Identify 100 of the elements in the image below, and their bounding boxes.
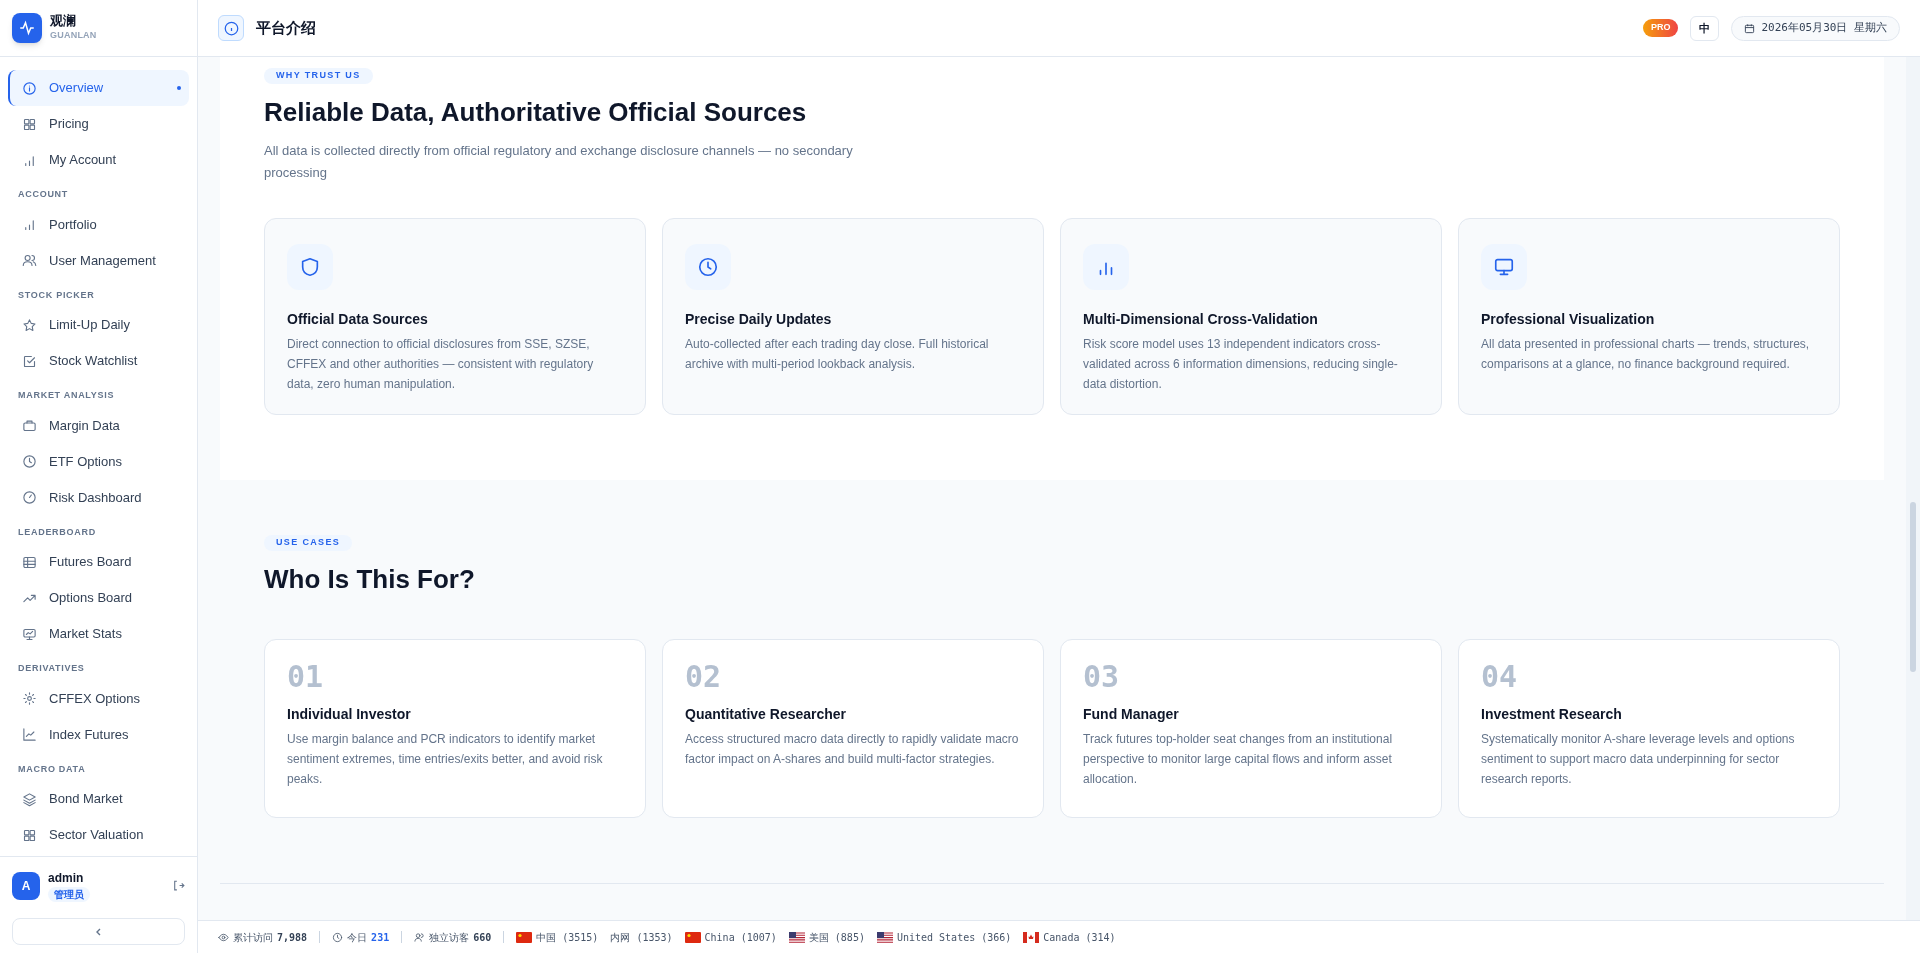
grid-icon: [22, 827, 37, 843]
region-count: China (1007): [704, 930, 777, 945]
nav-section-heading: ACCOUNT: [17, 188, 70, 201]
gauge-icon: [22, 490, 37, 505]
collapse-sidebar-button[interactable]: [12, 918, 185, 945]
stat-label: 独立访客: [429, 930, 470, 945]
users-icon: [22, 253, 37, 268]
sidebar-item[interactable]: Sector Valuation: [8, 817, 189, 853]
line-chart-icon: [22, 727, 37, 742]
language-button[interactable]: 中: [1690, 15, 1720, 41]
stat-value: 660: [473, 930, 492, 945]
nav-section-heading: MACRO DATA: [17, 762, 87, 776]
grid-icon: [22, 116, 37, 132]
app-logo-icon: [12, 13, 42, 43]
table-icon: [22, 554, 37, 570]
star-icon: [22, 317, 37, 333]
sidebar-item[interactable]: Risk Dashboard: [8, 479, 189, 516]
nav-section-heading: LEADERBOARD: [17, 525, 97, 539]
sidebar-item[interactable]: Pricing: [8, 106, 189, 142]
card-title: Quantitative Researcher: [685, 705, 848, 724]
date-display: 2026年05月30日 星期六: [1731, 15, 1900, 41]
sidebar-item[interactable]: Market Stats: [8, 616, 189, 652]
card-description: Direct connection to official disclosures from SSE, SZSE, CFFEX and other authorities — consistent with regulatory data, zero human manipulation.: [287, 336, 595, 393]
region-count: 中国 (3515): [536, 930, 599, 945]
checkbox-icon: [22, 353, 37, 369]
briefcase-icon: [22, 418, 37, 433]
section-tag: USE CASES: [264, 535, 353, 551]
card-title: Fund Manager: [1083, 705, 1180, 724]
clock-icon: [685, 244, 731, 290]
stat-label: 今日: [347, 930, 368, 945]
card-title: Professional Visualization: [1481, 310, 1656, 329]
card-description: All data presented in professional charts — trends, structures, comparisons at a glance, no finance background required.: [1481, 336, 1811, 373]
sidebar-item[interactable]: CFFEX Options: [8, 680, 189, 717]
region-count: 美国 (885): [808, 930, 865, 945]
section-tag: WHY TRUST US: [264, 68, 373, 84]
layers-icon: [22, 791, 37, 807]
monitor-icon: [22, 626, 37, 642]
region-count: 内网 (1353): [610, 930, 673, 945]
flag-icon: [876, 931, 893, 943]
card-title: Investment Research: [1481, 705, 1623, 724]
flag-icon: [516, 931, 533, 943]
sidebar-item[interactable]: User Management: [8, 242, 189, 279]
sidebar-item[interactable]: Overview: [8, 70, 189, 106]
card-number: 01: [287, 662, 325, 692]
card-description: Access structured macro data directly to rapidly validate macro factor impact on A-shares and build multi-factor strategies.: [685, 731, 1020, 768]
bar-chart-icon: [22, 217, 37, 232]
info-icon: [22, 80, 37, 96]
sidebar-item[interactable]: Bond Market: [8, 781, 189, 817]
stat-value: 7,988: [277, 930, 308, 945]
card-title: Official Data Sources: [287, 310, 429, 329]
sidebar-item[interactable]: Index Futures: [8, 716, 189, 753]
user-avatar: A: [12, 871, 40, 900]
users-icon: [414, 931, 426, 943]
region-count: United States (366): [896, 930, 1012, 945]
card-description: Risk score model uses 13 independent indicators cross-validated across 6 information dimensions, reducing single-data distortion.: [1083, 336, 1399, 393]
sidebar-item[interactable]: Options Board: [8, 580, 189, 616]
card-number: 03: [1083, 662, 1121, 692]
shield-icon: [287, 244, 333, 290]
eye-icon: [218, 931, 229, 943]
brand-name: 观澜: [50, 13, 77, 30]
user-role-badge: 管理员: [48, 887, 90, 902]
region-count: Canada (314): [1043, 930, 1116, 945]
pro-badge: PRO: [1642, 19, 1679, 37]
card-number: 04: [1481, 662, 1519, 692]
card-description: Systematically monitor A-share leverage levels and options sentiment to support macro data underpinning for sector research reports.: [1481, 731, 1796, 788]
sidebar-item[interactable]: My Account: [8, 142, 189, 178]
flag-icon: [1023, 931, 1040, 943]
sun-icon: [22, 691, 37, 706]
scrollbar[interactable]: [1906, 57, 1920, 920]
sidebar-item[interactable]: Futures Board: [8, 544, 189, 580]
monitor-icon: [1481, 244, 1527, 290]
stat-label: 累计访问: [233, 930, 273, 945]
info-icon: [218, 15, 244, 41]
clock-icon: [332, 931, 344, 943]
card-title: Individual Investor: [287, 705, 412, 724]
card-description: Auto-collected after each trading day close. Full historical archive with multi-period lookback analysis.: [685, 336, 990, 373]
section-title: Who Is This For?: [264, 563, 476, 596]
clock-icon: [22, 454, 37, 469]
section-title: Reliable Data, Authoritative Official Sources: [264, 96, 808, 129]
flag-icon: [684, 931, 701, 943]
flag-icon: [788, 931, 805, 943]
card-number: 02: [685, 662, 723, 692]
card-description: Use margin balance and PCR indicators to identify market sentiment extremes, time entries/exits better, and avoid risk peaks.: [287, 731, 604, 788]
sidebar-item[interactable]: Margin Data: [8, 407, 189, 444]
stat-value: 231: [371, 930, 390, 945]
sidebar-item[interactable]: Stock Watchlist: [8, 343, 189, 379]
sidebar-item[interactable]: ETF Options: [8, 443, 189, 480]
card-description: Track futures top-holder seat changes from an institutional perspective to monitor large capital flows and inform asset allocation.: [1083, 731, 1394, 788]
user-name: admin: [48, 870, 84, 887]
chevron-left-icon: [94, 927, 103, 936]
section-subtitle: All data is collected directly from official regulatory and exchange disclosure channels — no secondary processing: [264, 142, 854, 182]
brand-subtitle: GUANLAN: [50, 29, 97, 43]
sidebar-item[interactable]: Portfolio: [8, 206, 189, 243]
nav-section-heading: STOCK PICKER: [17, 288, 96, 302]
sidebar-item[interactable]: Limit-Up Daily: [8, 307, 189, 343]
logout-icon[interactable]: [172, 879, 185, 892]
nav-section-heading: MARKET ANALYSIS: [17, 389, 116, 402]
card-title: Multi-Dimensional Cross-Validation: [1083, 310, 1319, 329]
card-title: Precise Daily Updates: [685, 310, 833, 329]
page-title: 平台介绍: [256, 17, 316, 38]
